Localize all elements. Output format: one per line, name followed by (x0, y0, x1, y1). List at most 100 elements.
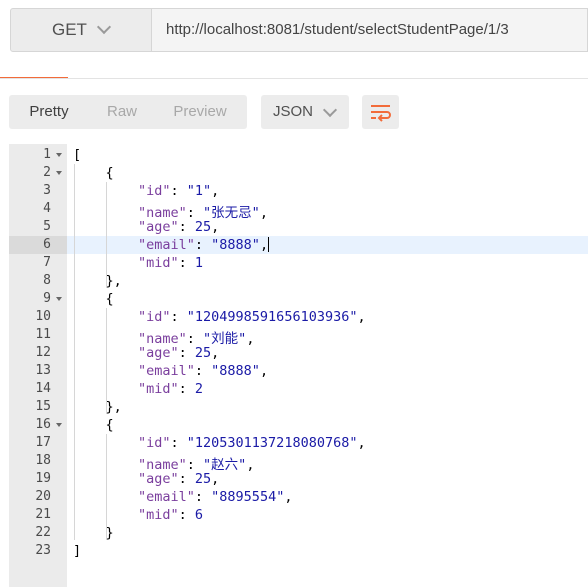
indent-guide (106, 308, 107, 414)
active-tab-indicator (0, 77, 68, 78)
json-key: "email" (138, 237, 195, 253)
json-punct: , (259, 363, 269, 379)
line-number-cell: 5 (9, 218, 67, 236)
json-punct: : (178, 381, 195, 397)
code-cell: "name": "赵六", (67, 452, 588, 473)
url-input[interactable]: http://localhost:8081/student/selectStud… (152, 8, 588, 52)
code-cell: } (67, 524, 588, 542)
json-key: "mid" (138, 255, 179, 271)
json-punct: , (259, 237, 269, 253)
line-number-cell: 23 (9, 542, 67, 560)
code-text: "mid": 1 (138, 255, 203, 271)
line-number-cell: 9 (9, 290, 67, 308)
line-number: 17 (35, 435, 51, 450)
json-punct: [ (73, 147, 82, 163)
line-number-cell: 10 (9, 308, 67, 326)
fold-arrow-icon[interactable] (56, 297, 62, 301)
json-punct: : (178, 471, 195, 487)
response-tab-strip (0, 64, 588, 79)
code-line: 23] (0, 542, 588, 560)
line-number: 3 (43, 183, 51, 198)
code-line: 17 "id": "1205301137218080768", (0, 434, 588, 452)
line-number: 7 (43, 255, 51, 270)
json-number: 6 (194, 507, 204, 523)
line-number: 8 (43, 273, 51, 288)
json-punct: ] (73, 543, 82, 559)
code-line: 8}, (0, 272, 588, 290)
request-bar: GET http://localhost:8081/student/select… (0, 0, 588, 64)
line-number-cell: 14 (9, 380, 67, 398)
indent-guide (74, 164, 75, 540)
code-text: "mid": 6 (138, 507, 203, 523)
code-text: "mid": 2 (138, 381, 203, 397)
code-cell: "id": "1205301137218080768", (67, 434, 588, 452)
code-cell: "email": "8888", (67, 236, 588, 254)
json-punct: , (284, 489, 293, 505)
json-number: 2 (194, 381, 204, 397)
json-punct: , (357, 309, 366, 325)
json-punct: : (178, 255, 195, 271)
json-string: "8895554" (211, 489, 285, 505)
code-line: 15}, (0, 398, 588, 416)
line-number-cell: 21 (9, 506, 67, 524)
code-line: 18 "name": "赵六", (0, 452, 588, 473)
json-punct: , (211, 183, 220, 199)
json-string: "1204998591656103936" (186, 309, 358, 325)
line-number-cell: 17 (9, 434, 67, 452)
json-punct: : (178, 219, 195, 235)
fold-arrow-icon[interactable] (56, 171, 62, 175)
json-punct: : (170, 309, 187, 325)
json-key: "email" (138, 489, 195, 505)
code-cell: "age": 25, (67, 344, 588, 362)
code-cell: { (67, 164, 588, 182)
code-line: 10 "id": "1204998591656103936", (0, 308, 588, 326)
json-punct: : (178, 507, 195, 523)
line-number: 20 (35, 489, 51, 504)
json-punct: { (105, 417, 114, 433)
json-punct: : (170, 183, 187, 199)
wrap-lines-button[interactable] (362, 95, 399, 129)
code-text: "email": "8888", (138, 237, 270, 253)
line-number: 6 (43, 237, 51, 252)
format-select[interactable]: JSON (261, 95, 349, 129)
pretty-button[interactable]: Pretty (9, 95, 89, 129)
json-number: 25 (194, 219, 212, 235)
code-text: "age": 25, (138, 345, 219, 361)
fold-arrow-icon[interactable] (56, 153, 62, 157)
fold-arrow-icon[interactable] (56, 423, 62, 427)
json-key: "id" (138, 435, 171, 451)
code-text: ] (73, 543, 81, 559)
line-number: 21 (35, 507, 51, 522)
json-punct: : (194, 489, 212, 505)
chevron-down-icon (322, 102, 338, 118)
line-number-cell: 13 (9, 362, 67, 380)
method-select[interactable]: GET (10, 8, 152, 52)
json-punct: : (170, 435, 187, 451)
line-number: 11 (35, 327, 51, 342)
line-number-cell: 12 (9, 344, 67, 362)
code-cell: { (67, 290, 588, 308)
line-number-cell: 19 (9, 470, 67, 488)
json-string: "8888" (211, 363, 260, 379)
code-cell: "age": 25, (67, 218, 588, 236)
raw-button[interactable]: Raw (89, 95, 155, 129)
json-punct: : (194, 237, 212, 253)
json-key: "id" (138, 183, 171, 199)
line-number: 22 (35, 525, 51, 540)
code-cell: "name": "刘能", (67, 326, 588, 347)
code-line: 21 "mid": 6 (0, 506, 588, 524)
json-punct: }, (105, 273, 122, 289)
code-line: 14 "mid": 2 (0, 380, 588, 398)
preview-button[interactable]: Preview (155, 95, 245, 129)
line-number-cell: 8 (9, 272, 67, 290)
line-number-cell: 6 (9, 236, 67, 254)
code-cell: "mid": 6 (67, 506, 588, 524)
line-number-cell: 16 (9, 416, 67, 434)
line-number: 16 (35, 417, 51, 432)
line-number: 19 (35, 471, 51, 486)
line-number: 9 (43, 291, 51, 306)
code-line: 1[ (0, 146, 588, 164)
json-number: 1 (194, 255, 204, 271)
response-body-editor[interactable]: 1[2{3 "id": "1", 4 "name": "张无忌", 5 "age": 25… (0, 144, 588, 587)
json-punct: : (194, 363, 212, 379)
